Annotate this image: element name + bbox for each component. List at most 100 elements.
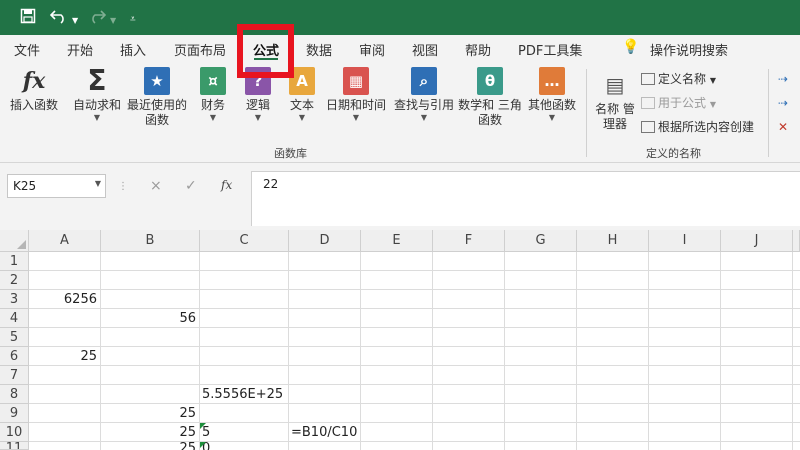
- column-header-d[interactable]: D: [289, 230, 361, 252]
- math-trig-button[interactable]: θ 数学和 三角函数: [458, 67, 522, 128]
- create-from-selection-button[interactable]: 根据所选内容创建: [641, 119, 754, 135]
- gridline: [288, 252, 289, 450]
- formula-value: 22: [263, 177, 279, 191]
- gridline: [29, 346, 800, 347]
- insert-function-button[interactable]: fx 插入函数: [6, 67, 62, 113]
- cell-c8[interactable]: 5.5556E+25: [200, 385, 360, 404]
- remove-arrows-icon[interactable]: ✕: [778, 119, 788, 135]
- math-trig-label: 数学和: [458, 98, 495, 112]
- column-header-a[interactable]: A: [29, 230, 101, 252]
- drag-handle-icon[interactable]: ⋮: [118, 181, 128, 192]
- autosum-label: 自动求和: [72, 98, 121, 112]
- customize-quick-access-icon[interactable]: ⩡: [130, 11, 136, 29]
- cell-a6[interactable]: 25: [29, 347, 100, 366]
- name-manager-icon: ▤: [605, 73, 625, 97]
- name-box[interactable]: K25 ▼: [7, 174, 106, 198]
- name-box-value: K25: [13, 179, 37, 193]
- more-functions-button[interactable]: … 其他函数 ▼: [524, 67, 580, 123]
- row-header-6[interactable]: 6: [0, 347, 29, 366]
- lightbulb-icon[interactable]: 💡: [622, 39, 639, 55]
- cell-b11[interactable]: 25: [101, 442, 199, 450]
- recently-used-label-2: 函数: [144, 113, 169, 127]
- create-from-selection-label: 根据所选内容创建: [658, 120, 755, 134]
- calendar-icon: ▦: [343, 67, 369, 95]
- chevron-down-icon: ▼: [548, 113, 556, 122]
- insert-function-icon[interactable]: fx: [221, 178, 232, 192]
- row-header-8[interactable]: 8: [0, 385, 29, 404]
- autosum-button[interactable]: Σ 自动求和 ▼: [70, 67, 124, 123]
- column-header-j[interactable]: J: [721, 230, 793, 252]
- group-divider: [586, 69, 587, 157]
- tab-pdf-tools[interactable]: PDF工具集: [518, 40, 582, 59]
- row-header-5[interactable]: 5: [0, 328, 29, 347]
- tab-review[interactable]: 审阅: [359, 40, 385, 59]
- column-header-c[interactable]: C: [200, 230, 289, 252]
- define-name-button[interactable]: 定义名称 ▼: [641, 71, 716, 89]
- column-header-g[interactable]: G: [505, 230, 577, 252]
- gridline: [360, 252, 361, 450]
- formula-input[interactable]: 22: [251, 171, 800, 226]
- row-header-11[interactable]: 11: [0, 442, 29, 450]
- trace-dependents-icon[interactable]: ⇢: [778, 95, 788, 111]
- gridline: [720, 252, 721, 450]
- column-header-f[interactable]: F: [433, 230, 505, 252]
- undo-dropdown-icon[interactable]: ▼: [72, 12, 78, 30]
- row-header-3[interactable]: 3: [0, 290, 29, 309]
- defined-names-group-label: 定义的名称: [646, 147, 701, 160]
- row-header-7[interactable]: 7: [0, 366, 29, 385]
- tab-home[interactable]: 开始: [67, 40, 93, 59]
- title-bar: ▼ ▼ ⩡: [0, 0, 800, 35]
- lookup-reference-button[interactable]: ⌕ 查找与引用 ▼: [392, 67, 456, 123]
- row-header-2[interactable]: 2: [0, 271, 29, 290]
- date-time-button[interactable]: ▦ 日期和时间 ▼: [325, 67, 387, 123]
- save-icon[interactable]: [20, 8, 36, 29]
- column-header-e[interactable]: E: [361, 230, 433, 252]
- column-header-i[interactable]: I: [649, 230, 721, 252]
- define-name-icon: [641, 73, 655, 85]
- more-functions-label: 其他函数: [527, 98, 576, 112]
- cell-c10[interactable]: 5: [200, 423, 288, 442]
- magnifier-icon: ⌕: [411, 67, 437, 95]
- gridline: [29, 270, 800, 271]
- financial-button[interactable]: ¤ 财务 ▼: [195, 67, 231, 123]
- chevron-down-icon: ▼: [420, 113, 428, 122]
- chevron-down-icon: ▼: [209, 113, 217, 122]
- select-all-button[interactable]: [0, 230, 29, 252]
- column-header-h[interactable]: H: [577, 230, 649, 252]
- tell-me-search[interactable]: 操作说明搜索: [650, 40, 728, 59]
- tab-help[interactable]: 帮助: [465, 40, 491, 59]
- more-functions-icon: …: [539, 67, 565, 95]
- cell-d10[interactable]: =B10/C10: [289, 423, 429, 442]
- chevron-down-icon: ▼: [352, 113, 360, 122]
- enter-icon: ✓: [185, 178, 197, 194]
- undo-icon[interactable]: [49, 8, 68, 29]
- tab-page-layout[interactable]: 页面布局: [174, 40, 226, 59]
- row-header-10[interactable]: 10: [0, 423, 29, 442]
- cell-b4[interactable]: 56: [101, 309, 199, 328]
- function-library-group-label: 函数库: [274, 147, 307, 160]
- gridline: [648, 252, 649, 450]
- tab-view[interactable]: 视图: [412, 40, 438, 59]
- tab-file[interactable]: 文件: [14, 40, 40, 59]
- column-header-b[interactable]: B: [101, 230, 200, 252]
- gridline: [29, 289, 800, 290]
- use-in-formula-icon: [641, 97, 655, 109]
- column-header-k[interactable]: [793, 230, 800, 252]
- name-manager-button[interactable]: ▤ 名称 管理器: [593, 71, 637, 132]
- cell-a3[interactable]: 6256: [29, 290, 100, 309]
- row-header-9[interactable]: 9: [0, 404, 29, 423]
- gridline: [792, 252, 793, 450]
- row-header-4[interactable]: 4: [0, 309, 29, 328]
- cancel-icon: ×: [150, 178, 162, 194]
- cell-b9[interactable]: 25: [101, 404, 199, 423]
- worksheet-grid[interactable]: A B C D E F G H I J 1 2 3 4 5 6 7 8 9 10…: [0, 230, 800, 450]
- cell-c11[interactable]: 0: [200, 442, 288, 450]
- recently-used-button[interactable]: ★ 最近使用的 函数: [126, 67, 188, 128]
- trace-precedents-icon[interactable]: ⇢: [778, 71, 788, 87]
- cell-b10[interactable]: 25: [101, 423, 199, 442]
- row-header-1[interactable]: 1: [0, 252, 29, 271]
- tab-insert[interactable]: 插入: [120, 40, 146, 59]
- text-label: 文本: [289, 98, 314, 112]
- tab-data[interactable]: 数据: [306, 40, 332, 59]
- chevron-down-icon[interactable]: ▼: [95, 179, 101, 188]
